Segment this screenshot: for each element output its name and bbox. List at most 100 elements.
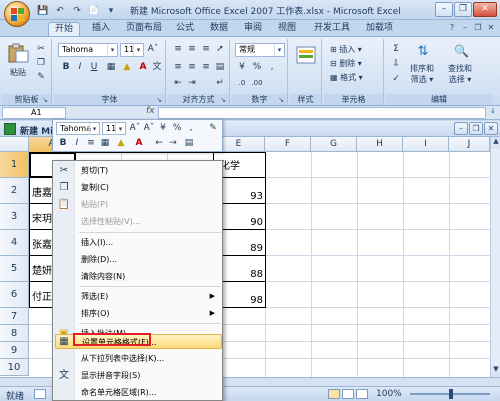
workbook-minimize-button[interactable]: – [454, 122, 468, 135]
shrink-font-icon[interactable]: Aˇ [142, 122, 156, 135]
scroll-up-icon[interactable]: ▲ [491, 137, 500, 149]
merge-center-icon[interactable]: ▤ [182, 137, 196, 150]
column-header-g[interactable]: G [311, 137, 357, 152]
dialog-launcher-icon[interactable]: ↘ [277, 96, 285, 104]
grow-font-icon[interactable]: Aˆ [128, 122, 142, 135]
row-header-4[interactable]: 4 [0, 230, 29, 256]
decrease-indent-icon[interactable]: ⇤ [171, 77, 185, 90]
mini-font-name-box[interactable]: Tahoma ▾ [56, 122, 100, 135]
format-painter-icon[interactable]: ✎ [206, 122, 220, 135]
align-center-icon[interactable]: ≡ [185, 61, 199, 74]
align-middle-icon[interactable]: ≡ [185, 43, 199, 56]
sort-filter-icon[interactable]: ⇅ [416, 45, 430, 58]
menu-item-filter[interactable]: 筛选(E) ▶ [75, 289, 223, 304]
menu-item-clear-contents[interactable]: 清除内容(N) [75, 269, 223, 284]
row-header-6[interactable]: 6 [0, 282, 29, 308]
help-icon[interactable]: ? [447, 23, 457, 33]
restore-icon[interactable]: ❐ [473, 23, 483, 33]
select-all-corner[interactable] [0, 137, 29, 152]
copy-icon[interactable]: ❐ [34, 57, 48, 70]
expand-formula-bar-icon[interactable]: ↓ [488, 107, 498, 119]
cell-a5[interactable]: 楚妍 [32, 262, 54, 277]
comma-icon[interactable]: , [184, 122, 198, 135]
phonetic-icon[interactable]: 文 [150, 61, 164, 74]
row-header-3[interactable]: 3 [0, 204, 29, 230]
workbook-restore-button[interactable]: ❐ [469, 122, 483, 135]
tab-developer[interactable]: 开发工具 [308, 22, 356, 36]
dropdown-icon[interactable]: ▾ [133, 44, 143, 56]
row-header-9[interactable]: 9 [0, 342, 29, 359]
save-icon[interactable]: 💾 [36, 3, 50, 17]
align-left-icon[interactable]: ≡ [171, 61, 185, 74]
formula-input[interactable] [158, 107, 486, 119]
tab-formulas[interactable]: 公式 [170, 22, 200, 36]
tab-addins[interactable]: 加载项 [360, 22, 399, 36]
increase-decimal-icon[interactable]: ← [152, 137, 166, 150]
menu-item-sort[interactable]: 排序(O) ▶ [75, 306, 223, 321]
dropdown-icon[interactable]: ▾ [115, 123, 125, 135]
format-cells-button[interactable]: ▦ 格式 ▾ [330, 72, 363, 83]
tab-view[interactable]: 视图 [272, 22, 302, 36]
decrease-decimal-icon[interactable]: → [166, 137, 180, 150]
name-box[interactable]: A1 [2, 107, 66, 119]
decrease-decimal-icon[interactable]: .00 [250, 77, 264, 90]
align-center-icon[interactable]: ≡ [84, 137, 98, 150]
align-right-icon[interactable]: ≡ [199, 61, 213, 74]
column-header-i[interactable]: I [403, 137, 449, 152]
tab-insert[interactable]: 插入 [86, 22, 116, 36]
menu-item-pick-from-list[interactable]: 从下拉列表中选择(K)... [75, 351, 223, 366]
row-header-1[interactable]: 1 [0, 152, 29, 178]
undo-icon[interactable]: ↶ [53, 3, 67, 17]
qat-dropdown-icon[interactable]: ▾ [104, 3, 118, 17]
paste-icon[interactable] [7, 43, 29, 63]
mini-font-size-box[interactable]: 11 ▾ [102, 122, 126, 135]
dialog-launcher-icon[interactable]: ↘ [155, 96, 163, 104]
dropdown-icon[interactable]: ▾ [89, 123, 99, 135]
wrap-text-icon[interactable]: ↵ [213, 77, 227, 90]
row-header-7[interactable]: 7 [0, 308, 29, 325]
borders-icon[interactable]: ▦ [104, 61, 118, 74]
menu-item-paste-special[interactable]: 选择性粘贴(V)... [75, 214, 223, 229]
insert-cells-button[interactable]: ⊞ 插入 ▾ [330, 44, 362, 55]
print-preview-icon[interactable]: 📄 [87, 3, 101, 17]
minimize-icon[interactable]: – [460, 23, 470, 33]
vertical-scrollbar[interactable]: ▲ ▼ [490, 137, 500, 377]
menu-item-copy[interactable]: 复制(C) [75, 180, 223, 195]
row-header-5[interactable]: 5 [0, 256, 29, 282]
workbook-close-button[interactable]: ✕ [484, 122, 498, 135]
page-break-view-icon[interactable] [356, 389, 368, 399]
tab-data[interactable]: 数据 [204, 22, 234, 36]
dialog-launcher-icon[interactable]: ↘ [219, 96, 227, 104]
italic-icon[interactable]: I [70, 137, 84, 150]
cut-icon[interactable]: ✂ [34, 43, 48, 56]
find-select-icon[interactable]: 🔍 [454, 45, 469, 58]
cell-a4[interactable]: 张嘉 [32, 236, 54, 251]
fill-color-icon[interactable]: ▲ [120, 61, 134, 74]
italic-icon[interactable]: I [73, 61, 87, 74]
row-header-8[interactable]: 8 [0, 325, 29, 342]
minimize-button[interactable]: – [435, 2, 453, 17]
page-layout-view-icon[interactable] [342, 389, 354, 399]
delete-cells-button[interactable]: ⊟ 删除 ▾ [330, 58, 362, 69]
cell-a3[interactable]: 宋玥 [32, 210, 54, 225]
currency-icon[interactable]: ¥ [235, 61, 249, 74]
clear-icon[interactable]: ✓ [389, 73, 403, 86]
font-color-icon[interactable]: A [132, 137, 146, 150]
find-select-button[interactable]: 查找和 选择 ▾ [448, 63, 472, 85]
macro-record-icon[interactable] [34, 389, 46, 399]
insert-function-icon[interactable]: fx [146, 106, 155, 116]
align-bottom-icon[interactable]: ≡ [199, 43, 213, 56]
increase-indent-icon[interactable]: ⇥ [185, 77, 199, 90]
font-size-box[interactable]: 11 ▾ [120, 43, 144, 57]
increase-decimal-icon[interactable]: .0 [235, 77, 249, 90]
percent-icon[interactable]: % [170, 122, 184, 135]
font-name-box[interactable]: Tahoma ▾ [58, 43, 118, 57]
restore-button[interactable]: ❐ [454, 2, 472, 17]
close-button[interactable]: ✕ [473, 2, 497, 17]
sort-filter-button[interactable]: 排序和 筛选 ▾ [410, 63, 434, 85]
menu-item-cut[interactable]: 剪切(T) [75, 163, 223, 178]
orientation-icon[interactable]: ➚ [213, 43, 227, 56]
format-painter-icon[interactable]: ✎ [34, 71, 48, 84]
dropdown-icon[interactable]: ▾ [274, 44, 284, 56]
borders-icon[interactable]: ▦ [98, 137, 112, 150]
